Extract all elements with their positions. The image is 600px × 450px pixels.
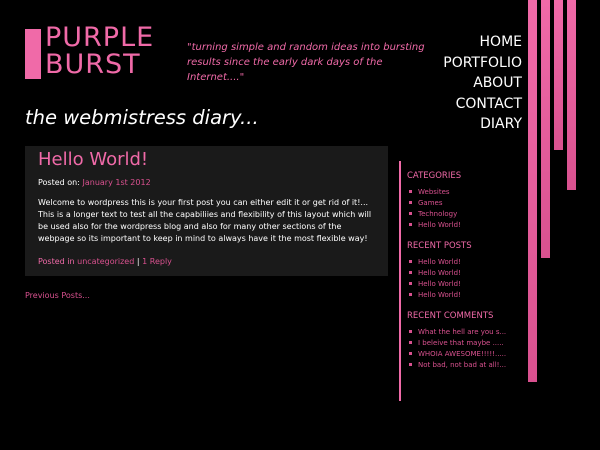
list-item[interactable]: Hello World! xyxy=(407,279,509,290)
category-label: Technology xyxy=(418,210,458,218)
bullet-icon xyxy=(409,363,412,366)
recent-post-label: Hello World! xyxy=(418,269,461,277)
list-item[interactable]: Hello World! xyxy=(407,257,509,268)
list-item[interactable]: What the hell are you s... xyxy=(407,327,509,338)
list-item[interactable]: Not bad, not bad at all!... xyxy=(407,360,509,371)
categories-list: Websites Games Technology Hello World! xyxy=(407,187,509,231)
posted-in-label: Posted in xyxy=(38,257,75,266)
logo-line-2: BURST xyxy=(45,49,141,80)
posted-on-label: Posted on: xyxy=(38,178,80,187)
categories-heading: CATEGORIES xyxy=(407,171,462,181)
decorative-stripe xyxy=(541,0,550,258)
category-label: Games xyxy=(418,199,443,207)
nav-diary[interactable]: DIARY xyxy=(443,114,522,135)
recent-posts-heading: RECENT POSTS xyxy=(407,241,472,251)
recent-posts-list: Hello World! Hello World! Hello World! H… xyxy=(407,257,509,301)
post-title[interactable]: Hello World! xyxy=(38,149,388,170)
list-item[interactable]: Websites xyxy=(407,187,509,198)
bullet-icon xyxy=(409,201,412,204)
category-label: Websites xyxy=(418,188,450,196)
bullet-icon xyxy=(409,282,412,285)
logo-bar xyxy=(25,29,41,79)
decorative-stripe xyxy=(554,0,563,150)
list-item[interactable]: WHOIA AWESOME!!!!!..... xyxy=(407,349,509,360)
post-date[interactable]: January 1st 2012 xyxy=(83,178,151,187)
decorative-stripe xyxy=(567,0,576,190)
decorative-stripe xyxy=(528,0,537,382)
list-item[interactable]: Hello World! xyxy=(407,290,509,301)
recent-post-label: Hello World! xyxy=(418,291,461,299)
nav-contact[interactable]: CONTACT xyxy=(443,94,522,115)
post-footer: Posted in uncategorized | 1 Reply xyxy=(38,257,388,266)
comment-label: Not bad, not bad at all!... xyxy=(418,361,507,369)
main-nav: HOME PORTFOLIO ABOUT CONTACT DIARY xyxy=(443,32,522,135)
bullet-icon xyxy=(409,223,412,226)
recent-comments-list: What the hell are you s... I beleive tha… xyxy=(407,327,509,371)
tagline: "turning simple and random ideas into bu… xyxy=(187,42,425,83)
category-link[interactable]: uncategorized xyxy=(77,257,134,266)
recent-post-label: Hello World! xyxy=(418,258,461,266)
sidebar: CATEGORIES Websites Games Technology Hel… xyxy=(399,161,509,401)
list-item[interactable]: Hello World! xyxy=(407,268,509,279)
post-body: Welcome to wordpress this is your first … xyxy=(38,198,372,243)
replies-link[interactable]: 1 Reply xyxy=(142,257,172,266)
bullet-icon xyxy=(409,190,412,193)
list-item[interactable]: I beleive that maybe ..... xyxy=(407,338,509,349)
blog-post: Hello World! Posted on: January 1st 2012… xyxy=(25,146,388,276)
nav-about[interactable]: ABOUT xyxy=(443,73,522,94)
bullet-icon xyxy=(409,330,412,333)
previous-posts-link[interactable]: Previous Posts... xyxy=(25,291,90,300)
recent-comments-heading: RECENT COMMENTS xyxy=(407,311,494,321)
list-item[interactable]: Technology xyxy=(407,209,509,220)
post-meta: Posted on: January 1st 2012 xyxy=(38,178,388,187)
bullet-icon xyxy=(409,341,412,344)
bullet-icon xyxy=(409,260,412,263)
nav-home[interactable]: HOME xyxy=(443,32,522,53)
bullet-icon xyxy=(409,212,412,215)
comment-label: I beleive that maybe ..... xyxy=(418,339,504,347)
page-subtitle: the webmistress diary... xyxy=(25,106,259,129)
comment-label: WHOIA AWESOME!!!!!..... xyxy=(418,350,507,358)
footer-separator: | xyxy=(136,257,140,266)
list-item[interactable]: Hello World! xyxy=(407,220,509,231)
logo-line-1: PURPLE xyxy=(45,22,155,53)
comment-label: What the hell are you s... xyxy=(418,328,507,336)
bullet-icon xyxy=(409,271,412,274)
nav-portfolio[interactable]: PORTFOLIO xyxy=(443,53,522,74)
bullet-icon xyxy=(409,293,412,296)
bullet-icon xyxy=(409,352,412,355)
recent-post-label: Hello World! xyxy=(418,280,461,288)
logo[interactable]: PURPLE BURST xyxy=(45,24,154,78)
category-label: Hello World! xyxy=(418,221,461,229)
list-item[interactable]: Games xyxy=(407,198,509,209)
